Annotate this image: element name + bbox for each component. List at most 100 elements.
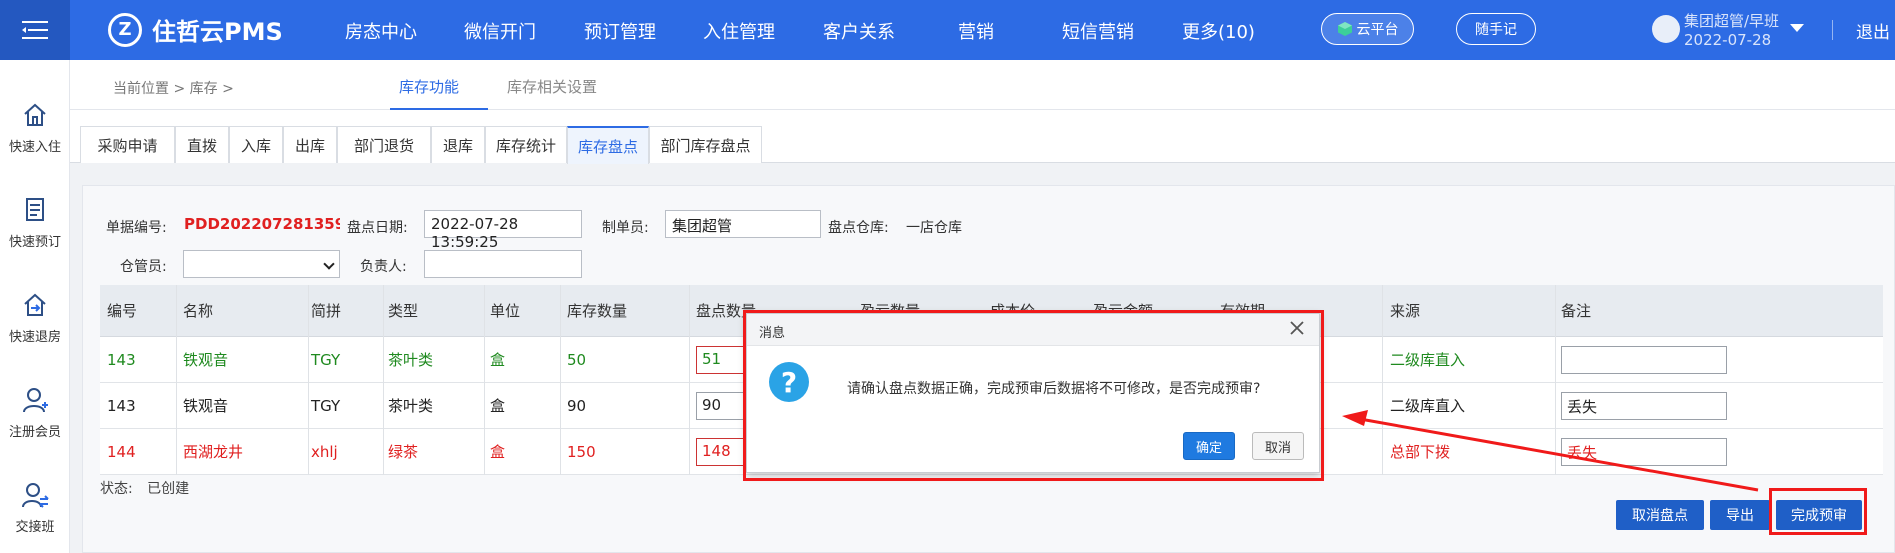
maker-label: 制单员: <box>602 220 649 236</box>
column-divider <box>484 285 485 475</box>
cell-unit: 盒 <box>490 397 506 415</box>
nav-marketing[interactable]: 营销 <box>958 18 994 44</box>
avatar[interactable] <box>1652 15 1680 43</box>
cell-type: 茶叶类 <box>388 351 434 369</box>
note-input[interactable]: 丢失 <box>1561 392 1727 420</box>
subtab-return-stock[interactable]: 退库 <box>431 126 485 163</box>
sidebar-item-label: 快速入住 <box>8 140 61 155</box>
logout-link[interactable]: 退出 <box>1856 18 1890 43</box>
app-logo[interactable]: Z 住哲云PMS <box>108 12 283 47</box>
nav-room-status[interactable]: 房态中心 <box>345 18 417 44</box>
subtab-direct-transfer[interactable]: 直拨 <box>175 126 229 163</box>
warehouse-value: 一店仓库 <box>906 220 962 236</box>
status-label: 状态: <box>100 481 133 497</box>
cell-name: 铁观音 <box>183 351 229 369</box>
owner-label: 负责人: <box>360 259 407 275</box>
user-date: 2022-07-28 <box>1684 31 1772 49</box>
sidebar-item-quick-checkin[interactable]: 快速入住 <box>0 100 70 155</box>
cloud-platform-button[interactable]: 云平台 <box>1321 13 1414 45</box>
sidebar-item-quick-booking[interactable]: 快速预订 <box>0 195 70 250</box>
logo-icon: Z <box>108 12 142 47</box>
tab-inventory-settings[interactable]: 库存相关设置 <box>507 76 597 97</box>
sidebar-item-quick-checkout[interactable]: 快速退房 <box>0 290 70 345</box>
column-divider <box>560 285 561 475</box>
owner-input[interactable] <box>424 250 582 278</box>
note-input[interactable]: 丢失 <box>1561 438 1727 466</box>
subtab-dept-return[interactable]: 部门退货 <box>337 126 431 163</box>
chevron-down-icon <box>323 258 335 270</box>
cell-source: 二级库直入 <box>1390 351 1466 369</box>
count-date-input[interactable]: 2022-07-28 13:59:25 <box>424 210 582 251</box>
home-icon <box>24 103 46 126</box>
nav-checkin[interactable]: 入住管理 <box>703 18 775 44</box>
status-line: 状态: 已创建 <box>100 478 189 498</box>
breadcrumb-bar: 当前位置 > 库存 > 库存功能 库存相关设置 <box>70 60 1895 110</box>
subtab-bar: 采购申请 直拨 入库 出库 部门退货 退库 库存统计 库存盘点 部门库存盘点 <box>70 110 1895 164</box>
cell-pinyin: xhlj <box>311 442 338 461</box>
cell-unit: 盒 <box>490 443 506 461</box>
menu-toggle-button[interactable] <box>0 0 70 60</box>
column-header: 编号 <box>107 302 138 320</box>
cell-id: 143 <box>107 350 136 369</box>
maker-input[interactable]: 集团超管 <box>665 210 821 238</box>
user-name[interactable]: 集团超管/早班 <box>1684 10 1779 31</box>
note-input[interactable] <box>1561 346 1727 374</box>
sidebar-item-label: 交接班 <box>15 520 55 535</box>
column-header: 备注 <box>1561 302 1592 320</box>
nav-more[interactable]: 更多(10) <box>1182 18 1255 44</box>
cell-name: 铁观音 <box>183 397 229 415</box>
subtab-stock-out[interactable]: 出库 <box>283 126 337 163</box>
column-header: 来源 <box>1390 302 1421 320</box>
count-date-label: 盘点日期: <box>347 220 408 236</box>
nav-reservation[interactable]: 预订管理 <box>584 18 656 44</box>
warehouse-label: 盘点仓库: <box>828 220 889 236</box>
sidebar-item-shift-handover[interactable]: 交接班 <box>0 480 70 535</box>
column-divider <box>1555 285 1556 475</box>
menu-icon <box>22 21 48 39</box>
column-divider <box>1382 285 1383 475</box>
logo-text: 住哲云PMS <box>152 18 283 46</box>
highlight-box <box>743 310 1324 481</box>
shift-icon <box>22 483 49 508</box>
top-navbar: Z 住哲云PMS 房态中心 微信开门 预订管理 入住管理 客户关系 营销 短信营… <box>0 0 1895 60</box>
column-divider <box>176 285 177 475</box>
cell-stock: 50 <box>567 350 587 369</box>
cloud-platform-label: 云平台 <box>1356 22 1399 38</box>
checkout-icon <box>24 293 46 316</box>
tab-inventory-functions[interactable]: 库存功能 <box>399 76 459 97</box>
add-user-icon <box>23 388 48 413</box>
memo-button[interactable]: 随手记 <box>1456 13 1536 45</box>
nav-sms-marketing[interactable]: 短信营销 <box>1062 18 1134 44</box>
subtab-purchase-request[interactable]: 采购申请 <box>80 126 175 163</box>
highlight-box <box>1769 488 1867 535</box>
nav-wechat-door[interactable]: 微信开门 <box>464 18 536 44</box>
doc-no-value: PDD20220728135925 <box>184 215 340 233</box>
cell-stock: 150 <box>567 442 596 461</box>
subtab-stock-stats[interactable]: 库存统计 <box>485 126 567 163</box>
cell-source: 二级库直入 <box>1390 397 1466 415</box>
subtab-stock-in[interactable]: 入库 <box>229 126 283 163</box>
quick-sidebar: 快速入住 快速预订 快速退房 注册会员 交接班 <box>0 60 70 553</box>
cube-icon <box>1337 22 1352 36</box>
column-header: 单位 <box>490 302 521 320</box>
subtab-stock-count[interactable]: 库存盘点 <box>567 126 649 164</box>
column-divider <box>383 285 384 475</box>
export-button[interactable]: 导出 <box>1710 500 1770 530</box>
sidebar-item-label: 快速退房 <box>8 330 61 345</box>
cell-type: 茶叶类 <box>388 397 434 415</box>
column-header: 库存数量 <box>567 302 628 320</box>
column-header: 类型 <box>388 302 419 320</box>
cancel-count-button[interactable]: 取消盘点 <box>1616 500 1704 530</box>
keeper-label: 仓管员: <box>120 259 167 275</box>
nav-customer[interactable]: 客户关系 <box>823 18 895 44</box>
column-header: 简拼 <box>311 302 342 320</box>
cell-pinyin: TGY <box>311 396 341 415</box>
cell-stock: 90 <box>567 396 587 415</box>
cell-id: 144 <box>107 442 136 461</box>
cell-source: 总部下拨 <box>1390 443 1451 461</box>
subtab-dept-stock-count[interactable]: 部门库存盘点 <box>649 126 762 163</box>
sidebar-item-register-member[interactable]: 注册会员 <box>0 385 70 440</box>
keeper-select[interactable] <box>183 250 340 278</box>
chevron-down-icon[interactable] <box>1790 24 1804 32</box>
breadcrumb: 当前位置 > 库存 > <box>113 81 234 97</box>
